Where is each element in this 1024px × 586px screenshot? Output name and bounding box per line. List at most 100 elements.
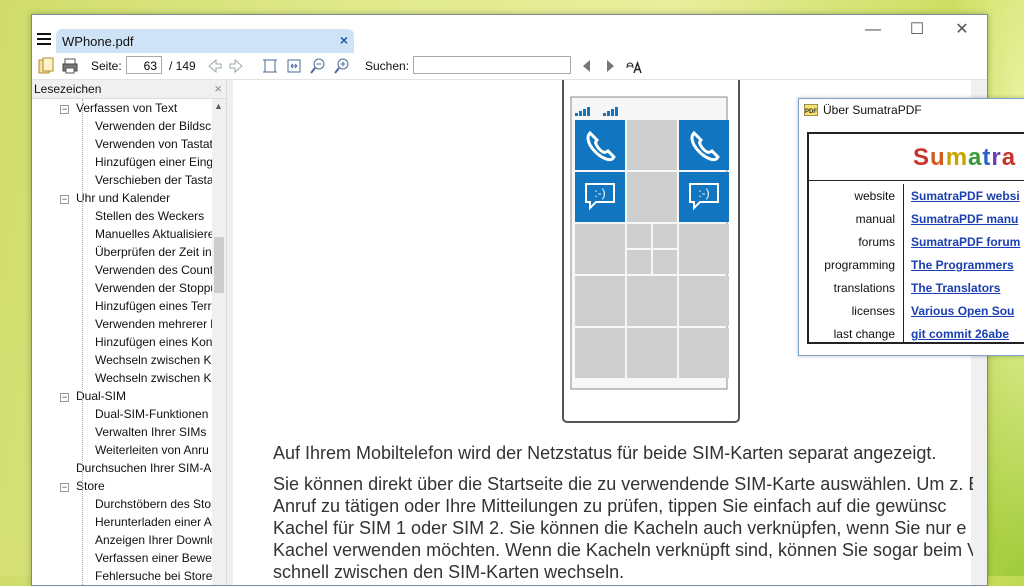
bookmark-item[interactable]: Wechseln zwischen Ka bbox=[95, 371, 212, 389]
paragraph-line: schnell zwischen den SIM-Karten wechseln… bbox=[273, 562, 625, 582]
maximize-button[interactable]: ☐ bbox=[895, 19, 939, 41]
bookmark-item[interactable]: Hinzufügen einer Eing bbox=[95, 155, 212, 173]
start-tile bbox=[627, 224, 651, 248]
collapse-icon[interactable]: − bbox=[60, 195, 69, 204]
bookmark-item[interactable]: Uhr und Kalender bbox=[76, 191, 212, 209]
start-tile bbox=[575, 276, 625, 326]
document-tab[interactable]: WPhone.pdf × bbox=[56, 29, 354, 53]
info-link[interactable]: The Programmers bbox=[911, 258, 1014, 272]
info-link[interactable]: Various Open Sou bbox=[911, 304, 1014, 318]
info-link[interactable]: SumatraPDF manu bbox=[911, 212, 1018, 226]
bookmark-item[interactable]: Dual-SIM-Funktionen bbox=[95, 407, 212, 425]
bookmark-item[interactable]: Verwenden der Stoppu bbox=[95, 281, 212, 299]
info-link[interactable]: The Translators bbox=[911, 281, 1000, 295]
bookmark-item[interactable]: Manuelles Aktualisiere bbox=[95, 227, 212, 245]
page-number-input[interactable]: 63 bbox=[126, 56, 162, 74]
next-page-icon[interactable] bbox=[228, 57, 246, 75]
print-icon[interactable] bbox=[61, 57, 79, 75]
bookmark-item[interactable]: Stellen des Weckers bbox=[95, 209, 212, 227]
hamburger-menu-icon[interactable] bbox=[37, 33, 51, 47]
bookmarks-close-icon[interactable]: × bbox=[214, 81, 222, 96]
paragraph-line: Kachel für SIM 1 oder SIM 2. Sie können … bbox=[273, 518, 967, 538]
about-dialog: PDF Über SumatraPDF Sumatra website Sumat… bbox=[798, 98, 1024, 356]
bookmark-item[interactable]: Verfassen von Text bbox=[76, 101, 212, 119]
start-tile bbox=[627, 250, 651, 274]
page-total: / 149 bbox=[169, 59, 196, 73]
app-icon-text: PDF bbox=[805, 109, 817, 115]
paragraph-line: Sie können direkt über die Startseite di… bbox=[273, 474, 973, 494]
logo-letter: m bbox=[945, 144, 969, 171]
info-link[interactable]: SumatraPDF websi bbox=[911, 189, 1020, 203]
collapse-icon[interactable]: − bbox=[60, 483, 69, 492]
previous-page-icon[interactable] bbox=[205, 57, 223, 75]
bookmark-item[interactable]: Hinzufügen eines Terr bbox=[95, 299, 212, 317]
bookmark-item[interactable]: Verwenden von Tastat bbox=[95, 137, 212, 155]
start-tile bbox=[679, 120, 729, 170]
scroll-up-arrow-icon[interactable]: ▲ bbox=[214, 101, 223, 111]
bookmark-item[interactable]: Verwalten Ihrer SIMs bbox=[95, 425, 212, 443]
info-link[interactable]: git commit 26abe bbox=[911, 327, 1009, 341]
page-label: Seite: bbox=[91, 59, 122, 73]
minimize-button[interactable]: — bbox=[851, 19, 895, 41]
bookmark-item[interactable]: Überprüfen der Zeit in bbox=[95, 245, 212, 263]
toolbar: Seite: 63 / 149 Suchen: bbox=[32, 53, 987, 80]
phone-illustration: :-):-) bbox=[562, 80, 740, 423]
about-info-box: Sumatra website SumatraPDF websi manual Sum… bbox=[807, 132, 1024, 344]
info-label: licenses bbox=[851, 304, 895, 318]
info-label: programming bbox=[824, 258, 895, 272]
collapse-icon[interactable]: − bbox=[60, 105, 69, 114]
close-window-button[interactable]: ✕ bbox=[940, 19, 984, 41]
bookmark-item[interactable]: Anzeigen Ihrer Downlo bbox=[95, 533, 212, 551]
bookmark-item[interactable]: Dual-SIM bbox=[76, 389, 212, 407]
tab-close-icon[interactable]: × bbox=[340, 32, 348, 48]
info-label: forums bbox=[858, 235, 895, 249]
zoom-in-icon[interactable] bbox=[333, 57, 351, 75]
bookmark-item[interactable]: Verwenden der Bildschi bbox=[95, 119, 212, 137]
tab-title: WPhone.pdf bbox=[62, 34, 134, 49]
bookmarks-panel: Lesezeichen × Verfassen von Text − Verwend… bbox=[32, 80, 227, 585]
bookmark-item[interactable]: Store bbox=[76, 479, 212, 497]
bookmark-item[interactable]: Verwenden des Count bbox=[95, 263, 212, 281]
document-paragraph-1: Auf Ihrem Mobiltelefon wird der Netzstat… bbox=[273, 443, 937, 463]
collapse-icon[interactable]: − bbox=[60, 393, 69, 402]
bookmark-item[interactable]: Fehlersuche bei Store bbox=[95, 569, 212, 585]
bookmark-item[interactable]: Wechseln zwischen Ka bbox=[95, 353, 212, 371]
bookmark-item[interactable]: Durchsuchen Ihrer SIM-A bbox=[76, 461, 212, 479]
open-folder-icon[interactable] bbox=[37, 57, 55, 75]
start-tile bbox=[679, 328, 729, 378]
fit-page-icon[interactable] bbox=[261, 57, 279, 75]
zoom-out-icon[interactable] bbox=[309, 57, 327, 75]
start-tile bbox=[627, 328, 677, 378]
bookmark-item[interactable]: Hinzufügen eines Kon bbox=[95, 335, 212, 353]
bookmark-tree: Verfassen von Text − Verwenden der Bildsch… bbox=[32, 99, 212, 585]
logo-letter: a bbox=[968, 144, 983, 171]
bookmark-item[interactable]: Verschieben der Tasta bbox=[95, 173, 212, 191]
bookmarks-title: Lesezeichen bbox=[34, 82, 102, 96]
sumatra-app-icon: PDF bbox=[804, 104, 818, 116]
match-case-icon[interactable] bbox=[625, 57, 643, 75]
start-tile bbox=[575, 120, 625, 170]
find-previous-icon[interactable] bbox=[578, 57, 596, 75]
scrollbar-thumb[interactable] bbox=[214, 237, 224, 293]
bookmark-item[interactable]: Herunterladen einer A bbox=[95, 515, 212, 533]
start-tile bbox=[653, 250, 677, 274]
search-label: Suchen: bbox=[365, 59, 410, 73]
fit-width-icon[interactable] bbox=[285, 57, 303, 75]
paragraph-line: Anruf zu tätigen oder Ihre Mitteilungen … bbox=[273, 496, 947, 516]
bookmark-item[interactable]: Verfassen einer Bewer bbox=[95, 551, 212, 569]
info-label: manual bbox=[855, 212, 895, 226]
logo-letter: a bbox=[1001, 144, 1017, 171]
emoticon-text: :-) bbox=[698, 186, 709, 200]
start-tile bbox=[627, 276, 677, 326]
bookmarks-header: Lesezeichen × bbox=[32, 80, 226, 99]
bookmark-item[interactable]: Weiterleiten von Anru bbox=[95, 443, 212, 461]
info-link[interactable]: SumatraPDF forum bbox=[911, 235, 1020, 249]
search-input[interactable] bbox=[413, 56, 571, 74]
sumatra-logo: Sumatra bbox=[913, 144, 1016, 172]
info-divider bbox=[903, 184, 904, 342]
bookmark-item[interactable]: Verwenden mehrerer l bbox=[95, 317, 212, 335]
bookmark-item[interactable]: Durchstöbern des Stor bbox=[95, 497, 212, 515]
bookmarks-scrollbar[interactable]: ▲ bbox=[212, 99, 226, 585]
find-next-icon[interactable] bbox=[601, 57, 619, 75]
start-tile bbox=[627, 172, 677, 222]
